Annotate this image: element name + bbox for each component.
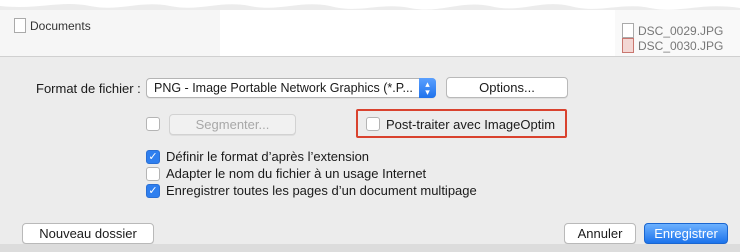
split-button[interactable]: Segmenter...	[169, 114, 296, 135]
format-label: Format de fichier :	[36, 81, 141, 96]
web-filename-label[interactable]: Adapter le nom du fichier à un usage Int…	[166, 166, 426, 181]
cancel-button[interactable]: Annuler	[564, 223, 636, 244]
split-button-label: Segmenter...	[195, 117, 270, 132]
options-button-label: Options...	[479, 80, 535, 95]
file-item[interactable]: DSC_0029.JPG	[622, 23, 723, 38]
window-bottom-edge	[0, 244, 740, 252]
file-item[interactable]: DSC_0030.JPG	[622, 38, 723, 53]
imageoptim-label[interactable]: Post-traiter avec ImageOptim	[386, 117, 555, 132]
file-name: DSC_0030.JPG	[638, 38, 724, 53]
new-folder-button[interactable]: Nouveau dossier	[22, 223, 154, 244]
documents-location[interactable]: Documents	[14, 18, 91, 33]
imageoptim-checkbox[interactable]	[366, 117, 380, 131]
define-format-label[interactable]: Définir le format d’après l’extension	[166, 149, 369, 164]
split-checkbox[interactable]	[146, 117, 160, 131]
new-folder-button-label: Nouveau dossier	[39, 226, 137, 241]
define-format-checkbox[interactable]: ✓	[146, 150, 160, 164]
file-name: DSC_0029.JPG	[638, 23, 724, 38]
chevron-updown-icon: ▴ ▾	[419, 78, 436, 98]
documents-label: Documents	[30, 18, 91, 33]
save-button[interactable]: Enregistrer	[644, 223, 728, 244]
options-button[interactable]: Options...	[446, 77, 568, 98]
format-selected-value: PNG - Image Portable Network Graphics (*…	[154, 81, 413, 95]
save-all-pages-label[interactable]: Enregistrer toutes les pages d’un docume…	[166, 183, 477, 198]
format-select[interactable]: PNG - Image Portable Network Graphics (*…	[146, 78, 436, 98]
image-file-icon	[622, 23, 634, 38]
cancel-button-label: Annuler	[577, 226, 623, 241]
web-filename-checkbox[interactable]	[146, 167, 160, 181]
image-file-icon	[622, 38, 634, 53]
document-folder-icon	[14, 18, 26, 33]
divider	[0, 56, 740, 57]
save-all-pages-checkbox[interactable]: ✓	[146, 184, 160, 198]
save-button-label: Enregistrer	[654, 226, 718, 241]
